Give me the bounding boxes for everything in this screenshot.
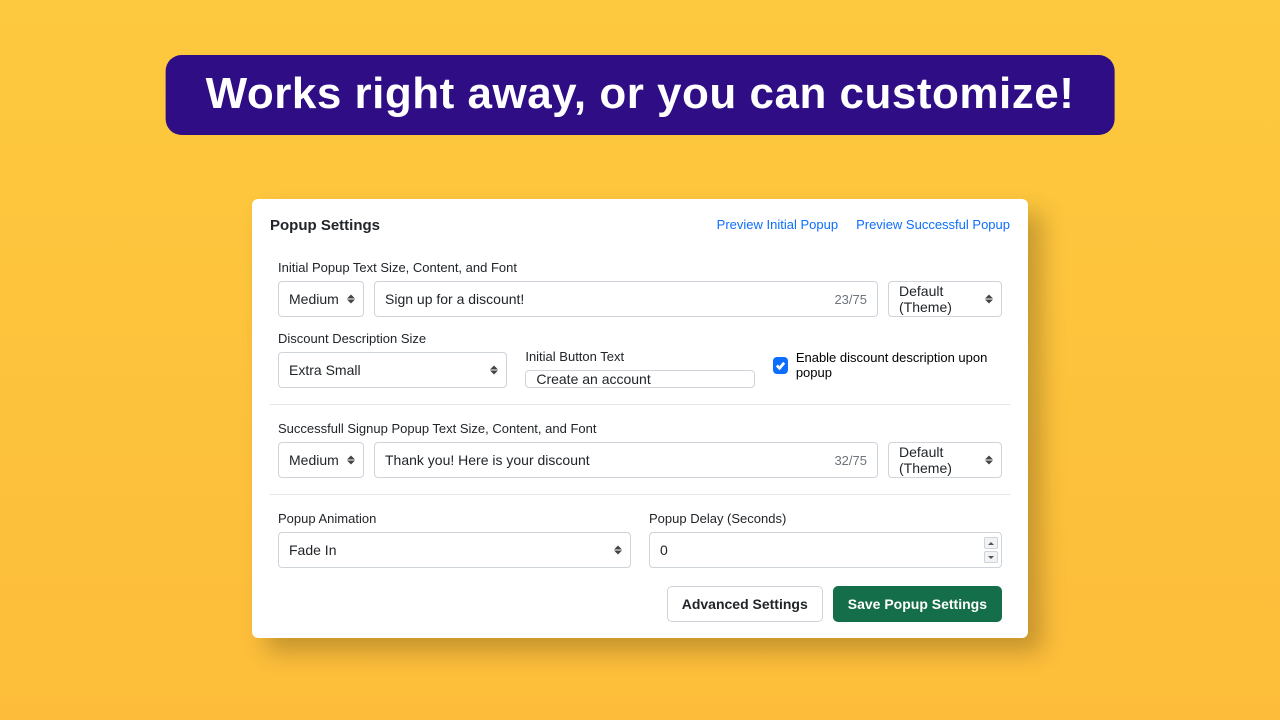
initial-size-select[interactable]: Medium [278, 281, 364, 317]
divider [270, 494, 1010, 495]
button-text-label: Initial Button Text [525, 349, 754, 364]
check-icon [775, 360, 786, 371]
card-title: Popup Settings [270, 217, 380, 234]
popup-settings-card: Popup Settings Preview Initial Popup Pre… [252, 199, 1028, 638]
delay-label: Popup Delay (Seconds) [649, 511, 1002, 526]
initial-font-select[interactable]: Default (Theme) [888, 281, 1002, 317]
enable-desc-label: Enable discount description upon popup [796, 350, 1002, 380]
initial-content-value: Sign up for a discount! [385, 291, 826, 307]
preview-success-link[interactable]: Preview Successful Popup [856, 217, 1010, 232]
animation-value: Fade In [289, 542, 336, 558]
success-size-value: Medium [289, 452, 339, 468]
animation-select[interactable]: Fade In [278, 532, 631, 568]
success-font-select[interactable]: Default (Theme) [888, 442, 1002, 478]
updown-icon [614, 546, 622, 555]
updown-icon [347, 295, 355, 304]
updown-icon [985, 295, 993, 304]
initial-section-label: Initial Popup Text Size, Content, and Fo… [278, 260, 1002, 275]
initial-size-value: Medium [289, 291, 339, 307]
delay-step-down[interactable] [984, 551, 998, 563]
advanced-settings-button[interactable]: Advanced Settings [667, 586, 823, 622]
preview-initial-link[interactable]: Preview Initial Popup [717, 217, 838, 232]
initial-font-value: Default (Theme) [899, 283, 975, 315]
delay-value: 0 [660, 542, 668, 558]
delay-input[interactable]: 0 [649, 532, 1002, 568]
desc-size-select[interactable]: Extra Small [278, 352, 507, 388]
updown-icon [347, 456, 355, 465]
success-content-value: Thank you! Here is your discount [385, 452, 826, 468]
success-size-select[interactable]: Medium [278, 442, 364, 478]
hero-banner: Works right away, or you can customize! [166, 55, 1115, 135]
delay-step-up[interactable] [984, 537, 998, 549]
initial-content-counter: 23/75 [826, 292, 867, 307]
button-text-input[interactable]: Create an account [525, 370, 754, 388]
divider [270, 404, 1010, 405]
button-text-value: Create an account [536, 371, 743, 387]
success-content-counter: 32/75 [826, 453, 867, 468]
enable-desc-checkbox[interactable] [773, 357, 788, 374]
success-font-value: Default (Theme) [899, 444, 975, 476]
updown-icon [490, 366, 498, 375]
success-section-label: Successfull Signup Popup Text Size, Cont… [278, 421, 1002, 436]
animation-label: Popup Animation [278, 511, 631, 526]
save-button[interactable]: Save Popup Settings [833, 586, 1002, 622]
desc-size-value: Extra Small [289, 362, 361, 378]
success-content-input[interactable]: Thank you! Here is your discount 32/75 [374, 442, 878, 478]
desc-size-label: Discount Description Size [278, 331, 507, 346]
updown-icon [985, 456, 993, 465]
initial-content-input[interactable]: Sign up for a discount! 23/75 [374, 281, 878, 317]
